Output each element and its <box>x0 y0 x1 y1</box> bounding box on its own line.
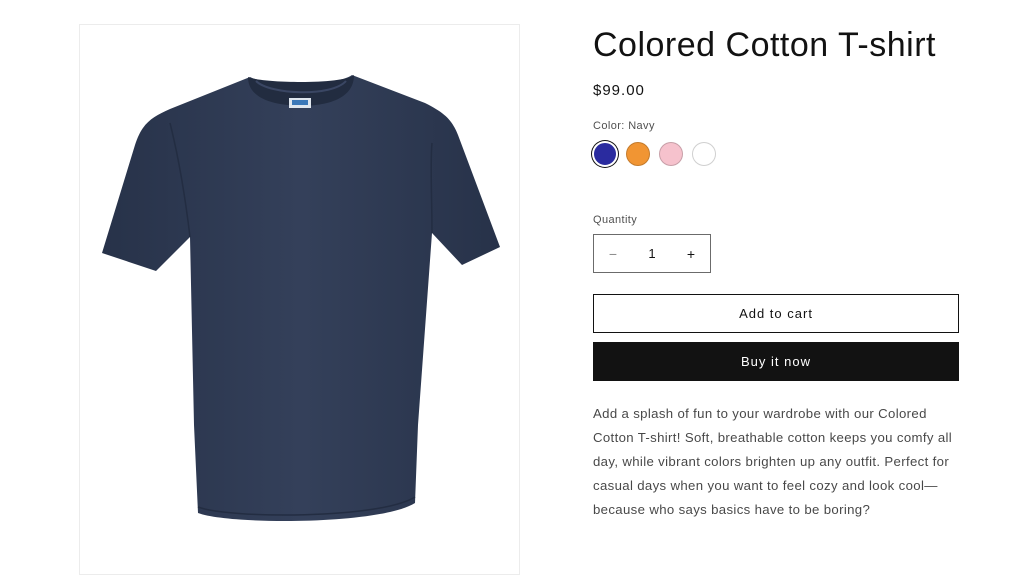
product-price: $99.00 <box>593 82 645 99</box>
quantity-input[interactable]: 1 <box>632 246 672 261</box>
color-swatches <box>593 142 716 166</box>
quantity-stepper: − 1 + <box>593 234 711 273</box>
color-label: Color: Navy <box>593 120 655 132</box>
swatch-pink[interactable] <box>659 142 683 166</box>
add-to-cart-button[interactable]: Add to cart <box>593 294 959 333</box>
quantity-increase-button[interactable]: + <box>684 246 698 262</box>
tshirt-image <box>102 75 500 522</box>
product-title: Colored Cotton T-shirt <box>593 26 936 64</box>
quantity-label: Quantity <box>593 214 638 226</box>
product-image[interactable] <box>79 24 520 575</box>
swatch-navy[interactable] <box>593 142 617 166</box>
product-description: Add a splash of fun to your wardrobe wit… <box>593 406 953 517</box>
product-page: Colored Cotton T-shirt $99.00 Color: Nav… <box>0 0 1024 579</box>
tshirt-body <box>102 75 500 522</box>
swatch-white[interactable] <box>692 142 716 166</box>
quantity-decrease-button[interactable]: − <box>606 246 620 262</box>
buy-now-button[interactable]: Buy it now <box>593 342 959 381</box>
swatch-orange[interactable] <box>626 142 650 166</box>
